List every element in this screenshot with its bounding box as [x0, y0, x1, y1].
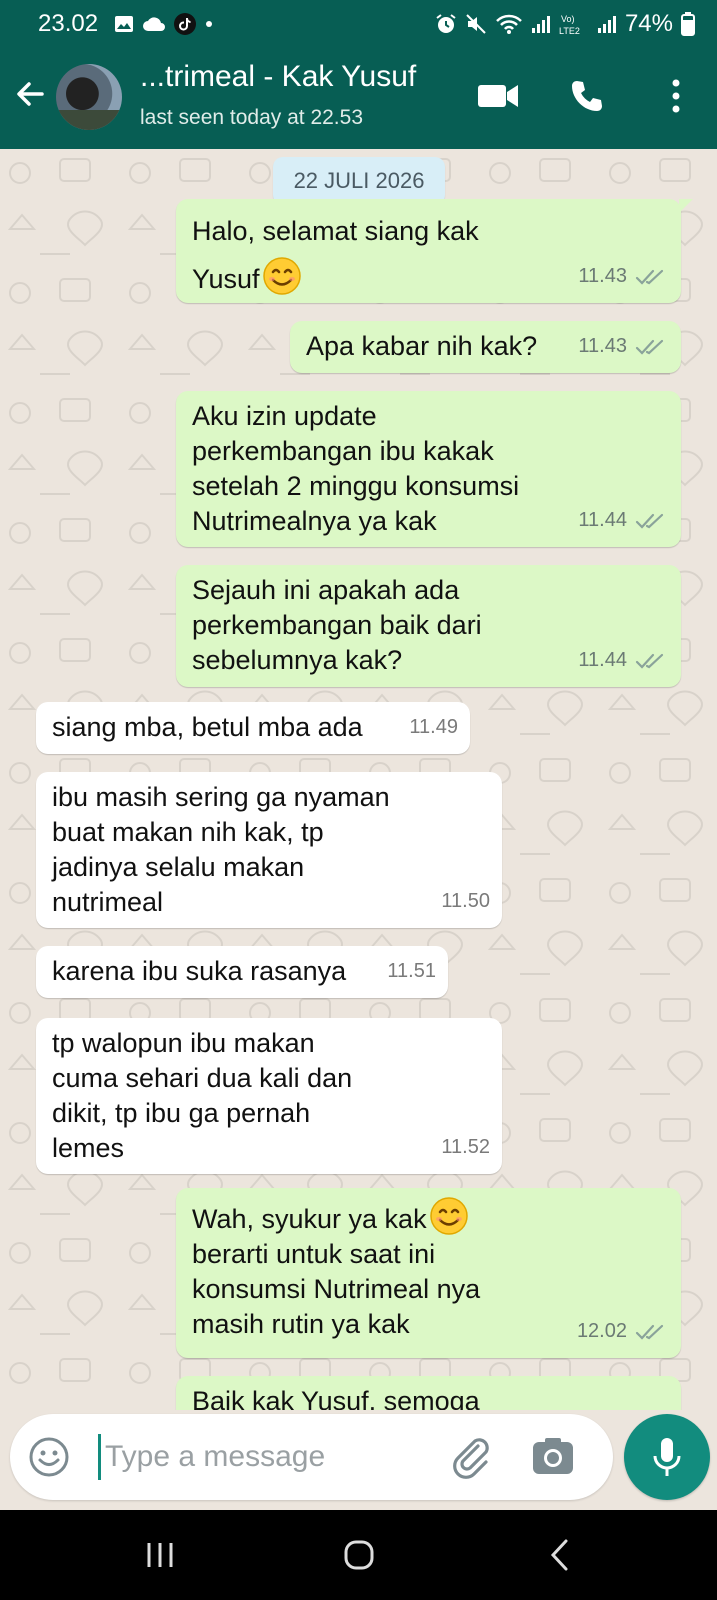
smiling-face-emoji-icon — [429, 1197, 468, 1235]
chat-area[interactable]: 22 JULI 2026 Halo, selamat siang kak Yus… — [0, 149, 717, 1410]
message-text: karena ibu suka rasanya — [52, 956, 347, 986]
message-time: 11.50 — [441, 890, 490, 912]
message-time: 12.02 — [576, 1320, 627, 1342]
status-notification-icons — [114, 13, 214, 35]
recent-apps-button[interactable] — [138, 1535, 182, 1575]
message-time: 11.44 — [578, 509, 627, 531]
phone-icon — [572, 81, 602, 111]
message-time: 11.51 — [387, 960, 436, 982]
contact-name[interactable]: ...trimeal - Kak Yusuf — [140, 60, 416, 94]
outgoing-message[interactable]: Aku izin update perkembangan ibu kakak s… — [176, 391, 681, 547]
signal-icon-2 — [597, 16, 616, 33]
smiling-face-emoji-icon — [262, 257, 301, 295]
outgoing-message[interactable]: Sejauh ini apakah ada perkembangan baik … — [176, 565, 681, 687]
voice-call-button[interactable] — [565, 74, 609, 118]
wifi-icon — [496, 14, 522, 34]
status-bar: 23.02 Vo) LTE2 74% — [0, 0, 717, 46]
bubble-tail — [679, 199, 693, 213]
message-time: 11.44 — [578, 649, 627, 671]
home-icon — [344, 1540, 374, 1570]
message-text: Halo, selamat siang kak Yusuf — [192, 216, 479, 294]
volte-icon: Vo) LTE2 — [559, 14, 580, 36]
mute-icon — [466, 14, 486, 34]
date-separator: 22 JULI 2026 — [273, 157, 445, 205]
battery-icon — [681, 12, 695, 36]
back-arrow-icon[interactable] — [12, 76, 48, 112]
camera-icon[interactable] — [530, 1434, 576, 1480]
last-seen-status[interactable]: last seen today at 22.53 — [140, 106, 363, 130]
recent-apps-icon — [147, 1543, 173, 1567]
tiktok-icon — [174, 13, 196, 35]
double-check-icon — [635, 513, 664, 529]
outgoing-message[interactable]: Halo, selamat siang kak Yusuf 11.43 — [176, 199, 693, 303]
chat-header: ...trimeal - Kak Yusuf last seen today a… — [0, 46, 717, 149]
incoming-message[interactable]: karena ibu suka rasanya 11.51 — [36, 946, 448, 998]
status-system-icons: Vo) LTE2 74% — [435, 10, 695, 38]
status-time: 23.02 — [38, 10, 99, 37]
double-check-icon — [635, 1324, 664, 1340]
svg-text:LTE2: LTE2 — [559, 26, 580, 36]
gallery-icon — [115, 16, 133, 32]
video-camera-icon — [478, 85, 518, 107]
double-check-icon — [635, 269, 664, 285]
message-time: 11.43 — [578, 335, 627, 357]
microphone-icon — [653, 1438, 681, 1476]
alarm-icon — [436, 14, 456, 33]
dot-icon — [206, 21, 212, 27]
kebab-menu-icon — [672, 79, 680, 113]
voice-message-button[interactable] — [624, 1414, 710, 1500]
message-text: tp walopun ibu makan cuma sehari dua kal… — [52, 1028, 353, 1163]
paperclip-icon[interactable] — [448, 1434, 494, 1480]
message-text: siang mba, betul mba ada — [52, 712, 363, 742]
incoming-message[interactable]: ibu masih sering ga nyaman buat makan ni… — [36, 772, 502, 928]
message-time: 11.49 — [409, 716, 458, 738]
incoming-message[interactable]: siang mba, betul mba ada 11.49 — [36, 702, 470, 754]
message-text: Wah, syukur ya kak — [192, 1204, 427, 1234]
outgoing-message[interactable]: Wah, syukur ya kak berarti untuk saat in… — [176, 1188, 681, 1358]
cloud-icon — [143, 17, 165, 31]
incoming-message[interactable]: tp walopun ibu makan cuma sehari dua kal… — [36, 1018, 502, 1174]
home-button[interactable] — [337, 1535, 381, 1575]
message-text: ibu masih sering ga nyaman buat makan ni… — [52, 782, 390, 917]
avatar[interactable] — [56, 64, 122, 130]
back-button[interactable] — [538, 1535, 582, 1575]
battery-percent: 74% — [624, 10, 673, 37]
signal-icon — [531, 16, 550, 33]
message-text: Baik kak Yusuf, semoga — [192, 1386, 480, 1410]
more-options-button[interactable] — [654, 74, 698, 118]
message-composer — [10, 1414, 613, 1500]
emoji-icon[interactable] — [28, 1436, 70, 1478]
double-check-icon — [635, 339, 664, 355]
video-call-button[interactable] — [476, 74, 520, 118]
outgoing-message[interactable]: Apa kabar nih kak? 11.43 — [290, 321, 681, 373]
message-time: 11.52 — [441, 1136, 490, 1158]
outgoing-message[interactable]: Baik kak Yusuf, semoga — [176, 1376, 681, 1410]
message-input[interactable] — [98, 1434, 428, 1480]
svg-text:Vo): Vo) — [561, 14, 575, 24]
double-check-icon — [635, 653, 664, 669]
back-chevron-icon — [550, 1539, 568, 1571]
system-navigation-bar — [0, 1510, 717, 1600]
message-time: 11.43 — [578, 265, 627, 287]
